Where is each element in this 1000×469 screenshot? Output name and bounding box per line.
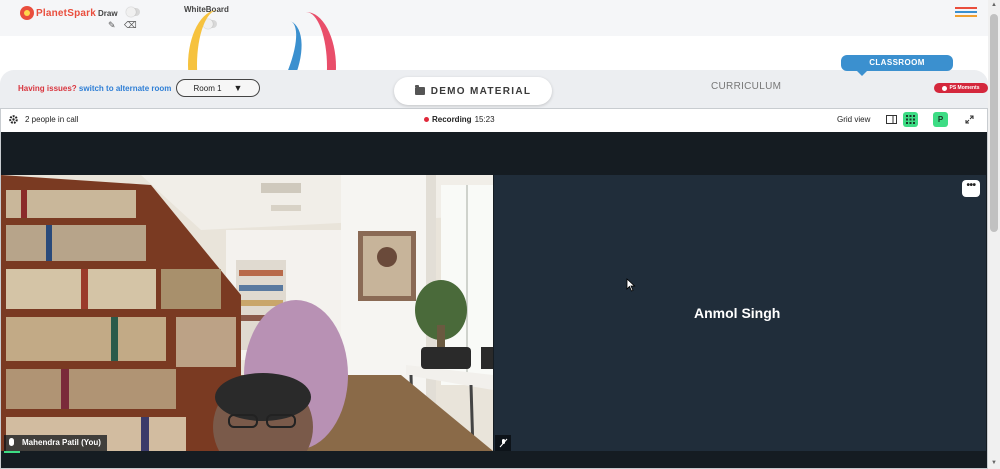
recording-dot-icon bbox=[424, 117, 429, 122]
curriculum-tab[interactable]: CURRICULUM bbox=[711, 81, 781, 92]
people-count: 2 people in call bbox=[25, 115, 79, 124]
grid-view-label: Grid view bbox=[837, 115, 871, 124]
recording-indicator: Recording 15:23 bbox=[424, 115, 495, 124]
microphone-icon bbox=[9, 438, 14, 446]
top-toolbar bbox=[0, 0, 988, 36]
folder-icon bbox=[414, 85, 425, 95]
room-select[interactable]: Room 1 ▼ bbox=[176, 79, 260, 97]
classroom-tab[interactable]: CLASSROOM bbox=[841, 55, 953, 76]
expand-icon[interactable] bbox=[962, 112, 977, 127]
ps-moments-button[interactable]: PS Moments bbox=[934, 83, 988, 93]
pencil-icon[interactable]: ✎ bbox=[108, 20, 116, 31]
speaker-view-icon[interactable] bbox=[884, 112, 899, 127]
scroll-up-icon[interactable]: ▲ bbox=[990, 2, 998, 8]
logo-text: PlanetSpark bbox=[36, 7, 97, 19]
demo-material-label: DEMO MATERIAL bbox=[430, 85, 532, 97]
room-selected-value: Room 1 bbox=[193, 83, 222, 93]
mic-muted-icon bbox=[495, 435, 511, 451]
draw-toggle[interactable] bbox=[126, 7, 140, 17]
local-participant-name: Mahendra Patil (You) bbox=[22, 438, 101, 447]
hamburger-icon[interactable] bbox=[955, 7, 977, 18]
person-hair bbox=[215, 373, 311, 421]
recording-time: 15:23 bbox=[474, 115, 495, 124]
more-options-button[interactable]: ••• bbox=[962, 180, 980, 197]
demo-material-button[interactable]: DEMO MATERIAL bbox=[394, 77, 552, 105]
switch-room-link[interactable]: switch to alternate room bbox=[79, 84, 171, 93]
mouse-cursor-icon bbox=[626, 278, 636, 292]
local-video-tile[interactable] bbox=[1, 175, 493, 451]
issues-text: Having issues? bbox=[18, 84, 77, 93]
ps-moments-icon bbox=[942, 85, 948, 91]
draw-label: Draw bbox=[98, 9, 118, 18]
logo-icon bbox=[20, 6, 34, 20]
planetspark-logo[interactable]: PlanetSpark bbox=[20, 6, 96, 20]
grid-view-icon[interactable] bbox=[903, 112, 918, 127]
participant-avatar[interactable]: P bbox=[933, 112, 948, 127]
issues-notice: Having issues? switch to alternate room bbox=[18, 84, 171, 93]
scrollbar-thumb[interactable] bbox=[990, 14, 998, 232]
dropdown-arrow-icon: ▼ bbox=[233, 83, 243, 93]
local-video-feed bbox=[1, 175, 493, 451]
scroll-down-icon[interactable]: ▼ bbox=[990, 460, 998, 466]
gear-icon[interactable] bbox=[8, 114, 19, 125]
recording-label: Recording bbox=[432, 115, 472, 124]
local-name-tag: Mahendra Patil (You) bbox=[4, 435, 107, 451]
eraser-icon[interactable]: ⌫ bbox=[124, 20, 137, 31]
ps-moments-label: PS Moments bbox=[949, 85, 980, 91]
audio-level-indicator bbox=[4, 451, 20, 453]
remote-participant-name: Anmol Singh bbox=[694, 305, 781, 321]
